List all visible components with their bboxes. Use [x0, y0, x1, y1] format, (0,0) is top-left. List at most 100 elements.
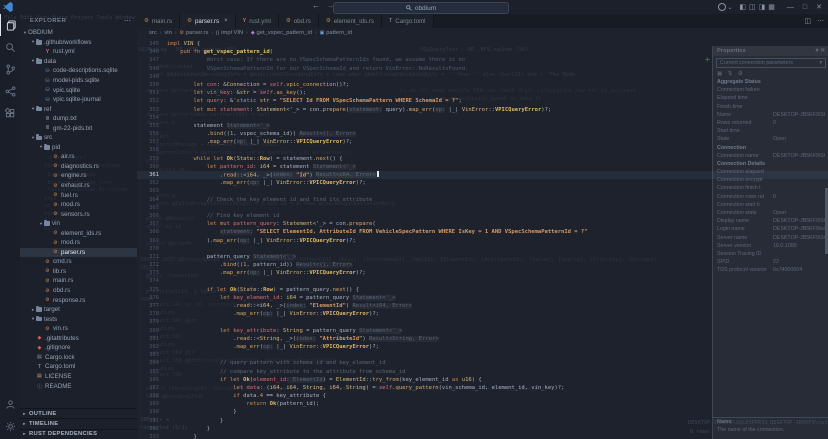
line-number[interactable]: 389 — [137, 400, 167, 408]
line-number[interactable]: 353 — [137, 106, 167, 114]
line-number[interactable]: 363 — [137, 187, 167, 195]
code-line[interactable]: 371 pattern_query Statement<'_> — [137, 253, 828, 261]
line-number[interactable]: 348 — [137, 65, 167, 73]
code-line[interactable]: 364 // Check the key element id and find… — [137, 196, 828, 204]
code-line[interactable]: 355 statement Statement<'_> — [137, 122, 828, 130]
maximize-button[interactable]: □ — [801, 4, 809, 11]
tree-item-air-rs[interactable]: ⚙air.rs — [20, 152, 137, 162]
tree-item-cargo-lock[interactable]: ▤Cargo.lock — [20, 353, 137, 363]
tree-item--github-workflows[interactable]: ▾.github/workflows — [20, 38, 137, 48]
tree-item-lib-rs[interactable]: ⚙lib.rs — [20, 267, 137, 277]
tree-item-vin-rs[interactable]: ⚙vin.rs — [20, 324, 137, 334]
tree-item-license[interactable]: ▤LICENSE — [20, 372, 137, 382]
line-number[interactable]: 371 — [137, 253, 167, 261]
tree-item--gitattributes[interactable]: ◆.gitattributes — [20, 334, 137, 344]
line-number[interactable]: 377 — [137, 302, 167, 310]
breadcrumb-item-pattern-id[interactable]: ▣pattern_id — [320, 30, 352, 36]
tab-element-ids-rs[interactable]: ⚙element_ids.rs — [319, 14, 382, 28]
line-number[interactable]: 382 — [137, 343, 167, 351]
line-number[interactable]: 362 — [137, 179, 167, 187]
tree-item-src[interactable]: ▾src — [20, 133, 137, 143]
line-number[interactable]: 375 — [137, 286, 167, 294]
code-line[interactable]: 386 if let Ok(element_id: ElementId) = E… — [137, 376, 828, 384]
line-number[interactable]: 366 — [137, 212, 167, 220]
more-actions-icon[interactable]: ⋯ — [124, 17, 137, 25]
line-number[interactable]: 367 — [137, 220, 167, 228]
breadcrumb-item-vin[interactable]: vin — [164, 30, 171, 36]
code-line[interactable]: 374 — [137, 277, 828, 285]
share-graph-icon[interactable] — [0, 80, 20, 102]
tree-item-diagnostics-rs[interactable]: ⚙diagnostics.rs — [20, 162, 137, 172]
line-number[interactable]: 358 — [137, 146, 167, 154]
code-line-current[interactable]: 361 .read::<i64, _>(index: "Id") Result<… — [137, 171, 828, 179]
code-line[interactable]: 384 // query pattern with schema id and … — [137, 359, 828, 367]
line-number[interactable]: 346 — [137, 48, 167, 56]
line-number[interactable]: 352 — [137, 97, 167, 105]
tree-item-data[interactable]: ▾data — [20, 57, 137, 67]
breadcrumb-item-get-vspec-pattern-id[interactable]: ◆get_vspec_pattern_id — [251, 30, 312, 36]
line-number[interactable]: 349 — [137, 73, 167, 81]
explorer-icon[interactable] — [0, 14, 21, 36]
line-number[interactable]: 385 — [137, 368, 167, 376]
extensions-icon[interactable] — [0, 102, 20, 124]
layout-toggle-icon[interactable]: ▦ — [768, 4, 775, 11]
code-line[interactable]: 345impl VIN { — [137, 40, 828, 48]
line-number[interactable]: 374 — [137, 277, 167, 285]
line-number[interactable]: 357 — [137, 138, 167, 146]
code-line[interactable]: 352 let query: &'static str = "SELECT Id… — [137, 97, 828, 105]
code-line[interactable]: 366 // Find key element id — [137, 212, 828, 220]
line-number[interactable]: 370 — [137, 245, 167, 253]
tree-item-dump-txt[interactable]: ≣dump.txt — [20, 114, 137, 124]
line-number[interactable]: 360 — [137, 163, 167, 171]
line-number[interactable]: 386 — [137, 376, 167, 384]
tree-item-readme[interactable]: ⓘREADME — [20, 381, 137, 391]
line-number[interactable]: 372 — [137, 261, 167, 269]
tree-item-cmd-rs[interactable]: ⚙cmd.rs — [20, 257, 137, 267]
code-line[interactable]: 370 — [137, 245, 828, 253]
tree-item-engine-rs[interactable]: ⚙engine.rs — [20, 171, 137, 181]
code-line[interactable]: 380 let key_attribute: String = pattern_… — [137, 327, 828, 335]
tree-item-sensors-rs[interactable]: ⚙sensors.rs — [20, 209, 137, 219]
code-line[interactable]: 390 } — [137, 408, 828, 416]
close-button[interactable]: ✕ — [814, 3, 824, 11]
line-number[interactable]: 364 — [137, 196, 167, 204]
split-editor-icon[interactable]: ◫ — [804, 17, 811, 25]
tree-item-element-ids-rs[interactable]: ⚙element_ids.rs — [20, 228, 137, 238]
code-line[interactable]: 354 — [137, 114, 828, 122]
back-button[interactable]: ← — [312, 1, 320, 10]
code-line[interactable]: 393 } — [137, 433, 828, 439]
code-line[interactable]: 365 — [137, 204, 828, 212]
tree-item-gm-22-pids-txt[interactable]: ≣gm-22-pids.txt — [20, 123, 137, 133]
code-line[interactable]: 381 .read::<String, _>(index: "Attribute… — [137, 335, 828, 343]
tree-item-tests[interactable]: ▾tests — [20, 314, 137, 324]
code-editor[interactable]: 345impl VIN {346 pub fn get_vspec_patter… — [137, 38, 828, 439]
line-number[interactable]: 368 — [137, 228, 167, 236]
line-number[interactable]: 379 — [137, 318, 167, 326]
code-line[interactable]: 387 let data: (i64, i64, String, i64, St… — [137, 384, 828, 392]
line-number[interactable]: 361 — [137, 171, 167, 179]
code-line[interactable]: 376 let key_element_id: i64 = pattern_qu… — [137, 294, 828, 302]
code-line[interactable]: 353 let mut statement: Statement<'_> = c… — [137, 106, 828, 114]
line-number[interactable]: 365 — [137, 204, 167, 212]
code-line[interactable]: 392 } — [137, 425, 828, 433]
code-line[interactable]: 368 statement: "SELECT ElementId, Attrib… — [137, 228, 828, 236]
breadcrumb-item-parser-rs[interactable]: ⚙parser.rs — [180, 30, 209, 36]
tab-obd-rs[interactable]: ⚙obd.rs — [279, 14, 319, 28]
tree-item-main-rs[interactable]: ⚙main.rs — [20, 276, 137, 286]
line-number[interactable]: 356 — [137, 130, 167, 138]
code-line[interactable]: 360 let pattern_id: i64 = statement Stat… — [137, 163, 828, 171]
code-line[interactable]: 378 .map_err(op: |_| VinError::VPICQuery… — [137, 310, 828, 318]
tree-item--gitignore[interactable]: ◆.gitignore — [20, 343, 137, 353]
code-line[interactable]: 367 let mut pattern_query: Statement<'_>… — [137, 220, 828, 228]
code-line[interactable]: 359 while let Ok(State::Row) = statement… — [137, 155, 828, 163]
tree-item-code-descriptions-sqlite[interactable]: ⛁code-descriptions.sqlite — [20, 66, 137, 76]
line-number[interactable]: 369 — [137, 237, 167, 245]
line-number[interactable]: 390 — [137, 408, 167, 416]
line-number[interactable]: 381 — [137, 335, 167, 343]
search-icon[interactable] — [0, 36, 20, 58]
code-line[interactable]: 356 .bind((1, vspec_schema_id)) Result<(… — [137, 130, 828, 138]
code-line[interactable]: 385 // compare key_attribute to the attr… — [137, 368, 828, 376]
code-line[interactable]: 350 let con: &Connection = self.vpic_con… — [137, 81, 828, 89]
tree-item-cargo-toml[interactable]: TCargo.toml — [20, 362, 137, 372]
line-number[interactable]: 378 — [137, 310, 167, 318]
